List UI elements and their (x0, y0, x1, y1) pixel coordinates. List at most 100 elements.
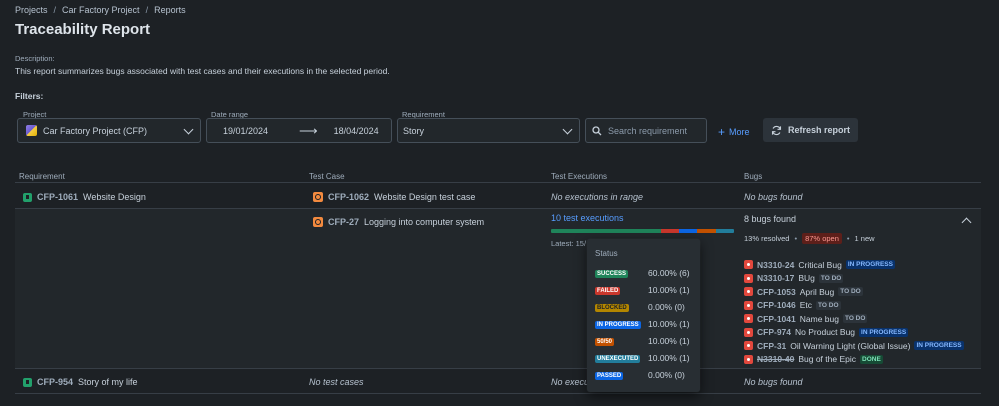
test-executions-cell: No execu (551, 377, 590, 387)
test-case-title: Logging into computer system (364, 217, 485, 227)
date-from-input[interactable]: 19/01/2024 (223, 126, 283, 136)
refresh-report-button[interactable]: Refresh report (763, 118, 859, 142)
date-to-input[interactable]: 18/04/2024 (334, 126, 379, 136)
execution-progress-bar[interactable] (551, 229, 734, 233)
bug-title: Critical Bug (798, 259, 842, 270)
bug-item[interactable]: CFP-974 No Product Bug IN PROGRESS (744, 326, 964, 340)
test-case-key[interactable]: CFP-1062 (328, 192, 369, 202)
bug-icon (744, 260, 753, 270)
bugs-found-count: 8 bugs found (744, 214, 797, 224)
bug-status-lozenge: DONE (860, 354, 883, 364)
status-row: 50/50 10.00% (1) (595, 332, 692, 349)
bugs-resolved: 13% resolved (744, 234, 790, 243)
bug-item[interactable]: N3310-40 Bug of the Epic DONE (744, 353, 964, 367)
page-title: Traceability Report (15, 21, 151, 38)
bugs-cell: No bugs found (744, 192, 803, 202)
bug-key[interactable]: CFP-1046 (757, 300, 796, 310)
requirement-key[interactable]: CFP-954 (37, 377, 73, 387)
bug-title: No Product Bug (795, 327, 856, 338)
refresh-report-label: Refresh report (788, 125, 851, 135)
requirement-cell[interactable]: CFP-1061 Website Design (23, 192, 146, 202)
search-input[interactable]: Search requirement (585, 118, 707, 143)
bug-key[interactable]: CFP-1041 (757, 314, 796, 324)
bug-status-lozenge: IN PROGRESS (914, 341, 964, 351)
requirement-select[interactable]: Story (397, 118, 580, 143)
status-value: 10.00% (1) (648, 352, 690, 363)
status-row: PASSED 0.00% (0) (595, 366, 692, 383)
bug-icon (744, 300, 753, 310)
bug-item[interactable]: CFP-1053 April Bug TO DO (744, 285, 964, 299)
filters-label: Filters: (15, 91, 44, 101)
project-select[interactable]: Car Factory Project (CFP) (17, 118, 201, 143)
requirement-cell[interactable]: CFP-954 Story of my life (23, 377, 138, 387)
test-executions-link[interactable]: 10 test executions (551, 213, 624, 223)
more-filters-label: More (729, 127, 750, 137)
bug-icon (744, 341, 753, 351)
bug-key[interactable]: CFP-31 (757, 341, 786, 351)
project-select-value: Car Factory Project (CFP) (43, 125, 148, 136)
row-divider (15, 368, 981, 369)
column-header-test-case: Test Case (309, 172, 345, 181)
bug-key[interactable]: N3310-24 (757, 260, 794, 270)
bug-item[interactable]: N3310-24 Critical Bug IN PROGRESS (744, 258, 964, 272)
requirement-select-value: Story (403, 125, 425, 136)
test-case-key[interactable]: CFP-27 (328, 217, 359, 227)
arrow-right-icon: ⟶ (299, 122, 318, 138)
status-row: FAILED 10.00% (1) (595, 281, 692, 298)
description-text: This report summarizes bugs associated w… (15, 66, 390, 76)
bug-item[interactable]: CFP-1041 Name bug TO DO (744, 312, 964, 326)
breadcrumb-separator: / (53, 5, 57, 15)
status-lozenge: BLOCKED (595, 304, 629, 312)
bugs-open-badge: 87% open (802, 233, 842, 244)
status-lozenge: UNEXECUTED (595, 355, 641, 363)
status-list: SUCCESS 60.00% (6) FAILED 10.00% (1) BLOCKED… (595, 264, 692, 383)
project-avatar-icon (26, 125, 37, 136)
status-row: IN PROGRESS 10.00% (1) (595, 315, 692, 332)
bug-list: N3310-24 Critical Bug IN PROGRESS N3310-17 B… (744, 258, 964, 366)
bug-item[interactable]: CFP-31 Oil Warning Light (Global Issue) IN… (744, 339, 964, 353)
bug-title: April Bug (799, 286, 835, 297)
bug-icon (744, 327, 753, 337)
column-header-test-executions: Test Executions (551, 172, 608, 181)
bugs-cell: No bugs found (744, 377, 803, 387)
status-popup-title: Status (595, 249, 618, 258)
breadcrumb-reports[interactable]: Reports (154, 5, 186, 15)
test-case-cell[interactable]: CFP-1062 Website Design test case (313, 192, 475, 202)
status-lozenge: SUCCESS (595, 270, 629, 278)
bullet: • (794, 234, 798, 243)
bug-status-lozenge: TO DO (818, 273, 844, 283)
bug-title: Oil Warning Light (Global Issue) (790, 340, 911, 351)
bug-item[interactable]: N3310-17 BUg TO DO (744, 272, 964, 286)
breadcrumb-project[interactable]: Car Factory Project (62, 5, 140, 15)
latest-execution-text: Latest: 15/ (551, 239, 587, 248)
more-filters-button[interactable]: + More (718, 125, 750, 139)
date-range-field[interactable]: 19/01/2024 ⟶ 18/04/2024 (206, 118, 392, 143)
progress-segment (697, 229, 716, 233)
breadcrumb-separator: / (145, 5, 149, 15)
status-popup: Status SUCCESS 60.00% (6) FAILED 10.00% (1)… (587, 239, 700, 392)
bug-key[interactable]: N3310-17 (757, 273, 794, 283)
status-value: 10.00% (1) (648, 335, 690, 346)
status-row: SUCCESS 60.00% (6) (595, 264, 692, 281)
test-case-icon (313, 217, 323, 227)
bug-key[interactable]: CFP-1053 (757, 287, 796, 297)
requirement-key[interactable]: CFP-1061 (37, 192, 78, 202)
chevron-down-icon (562, 124, 573, 134)
status-value: 10.00% (1) (648, 284, 690, 295)
breadcrumb-projects[interactable]: Projects (15, 5, 48, 15)
progress-segment (715, 229, 734, 233)
status-value: 10.00% (1) (648, 318, 690, 329)
status-lozenge: IN PROGRESS (595, 321, 641, 329)
bug-item[interactable]: CFP-1046 Etc TO DO (744, 299, 964, 313)
status-lozenge: PASSED (595, 372, 624, 380)
bug-title: BUg (798, 273, 815, 284)
test-case-cell[interactable]: CFP-27 Logging into computer system (313, 217, 484, 227)
bug-status-lozenge: IN PROGRESS (845, 260, 895, 270)
bug-key[interactable]: CFP-974 (757, 327, 791, 337)
bug-icon (744, 273, 753, 283)
status-value: 0.00% (0) (648, 301, 685, 312)
test-executions-cell: No executions in range (551, 192, 644, 202)
story-icon (23, 377, 32, 387)
bug-title: Bug of the Epic (798, 354, 856, 365)
bug-key[interactable]: N3310-40 (757, 354, 794, 364)
